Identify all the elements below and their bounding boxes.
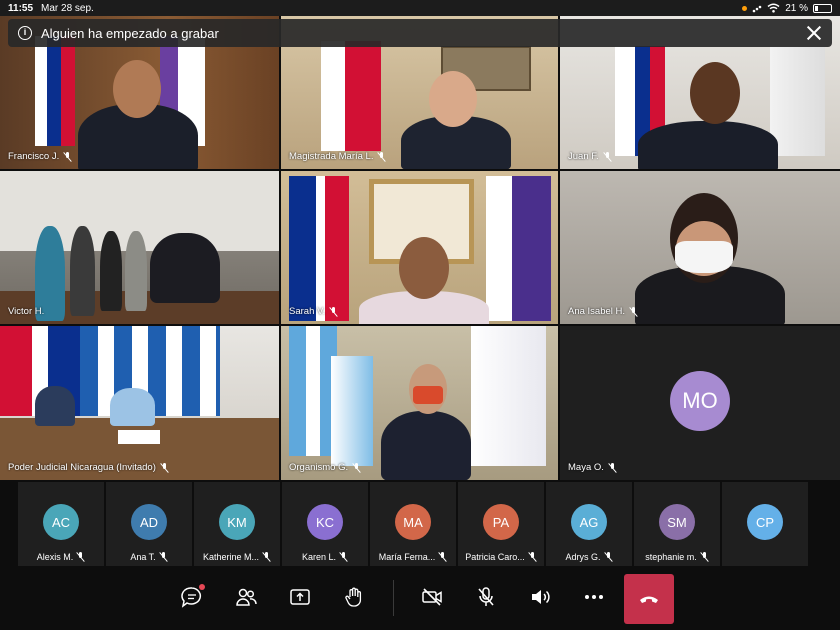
- date: Mar 28 sep.: [41, 2, 94, 14]
- participant-name: Ana T.: [130, 552, 156, 562]
- hang-up-icon: [640, 596, 658, 603]
- close-icon[interactable]: [806, 25, 822, 41]
- participant-card[interactable]: SM stephanie m.: [634, 482, 720, 566]
- raise-hand-button[interactable]: [339, 582, 369, 612]
- mic-off-icon: [377, 151, 386, 162]
- video-tile[interactable]: Sarah V.: [281, 171, 558, 324]
- video-tile[interactable]: Poder Judicial Nicaragua (Invitado): [0, 326, 279, 480]
- notification-dot: [199, 584, 205, 590]
- participant-name: Patricia Caro...: [465, 552, 525, 562]
- mic-off-icon: [604, 552, 613, 562]
- info-icon: i: [18, 26, 32, 40]
- participant-card[interactable]: MA María Ferna...: [370, 482, 456, 566]
- mic-off-icon: [438, 552, 447, 562]
- mic-off-icon: [608, 462, 617, 473]
- participant-card[interactable]: KM Katherine M...: [194, 482, 280, 566]
- avatar: PA: [483, 504, 519, 540]
- participant-name: Maya O.: [568, 462, 604, 473]
- more-options-button[interactable]: [579, 582, 609, 612]
- speaker-button[interactable]: [525, 582, 555, 612]
- participant-name: Poder Judicial Nicaragua (Invitado): [8, 462, 156, 473]
- mic-off-icon: [63, 151, 72, 162]
- participant-name: Karen L.: [301, 552, 337, 562]
- wifi-icon: [767, 3, 780, 13]
- avatar: MA: [395, 504, 431, 540]
- mic-off-icon: [478, 587, 494, 606]
- avatar: CP: [747, 504, 783, 540]
- more-icon: [585, 595, 603, 599]
- recording-indicator-icon: [742, 5, 748, 11]
- participant-card[interactable]: KC Karen L.: [282, 482, 368, 566]
- participant-card[interactable]: CP: [722, 482, 808, 566]
- share-screen-icon: [290, 589, 310, 605]
- mic-toggle-button[interactable]: [471, 582, 501, 612]
- speaker-icon: [532, 590, 550, 604]
- participant-card[interactable]: AD Ana T.: [106, 482, 192, 566]
- participant-name: Francisco J.: [8, 151, 60, 162]
- recording-banner: i Alguien ha empezado a grabar: [8, 19, 832, 47]
- video-tile[interactable]: Organismo G.: [281, 326, 558, 480]
- mic-off-icon: [629, 306, 638, 317]
- mic-off-icon: [339, 552, 348, 562]
- battery-percent: 21 %: [785, 2, 808, 14]
- camera-toggle-button[interactable]: [417, 582, 447, 612]
- mic-off-icon: [352, 462, 361, 473]
- participant-name: stephanie m.: [645, 552, 697, 562]
- video-tile[interactable]: Ana Isabel H.: [560, 171, 840, 324]
- call-toolbar: [0, 568, 840, 630]
- participants-button[interactable]: [231, 582, 261, 612]
- people-icon: [236, 588, 257, 606]
- participant-name: Sarah V.: [289, 306, 326, 317]
- clock: 11:55: [8, 2, 34, 14]
- recording-banner-text: Alguien ha empezado a grabar: [41, 25, 219, 41]
- video-tile[interactable]: Victor H.: [0, 171, 279, 324]
- participant-name: Juan F.: [568, 151, 599, 162]
- avatar: MO: [670, 371, 730, 431]
- hang-up-button[interactable]: [624, 574, 674, 624]
- participant-name: Ana Isabel H.: [568, 306, 626, 317]
- mic-off-icon: [700, 552, 709, 562]
- avatar: KM: [219, 504, 255, 540]
- signal-icon: [752, 5, 762, 12]
- mic-off-icon: [329, 306, 338, 317]
- status-bar: 11:55 Mar 28 sep. 21 %: [0, 0, 840, 16]
- mic-off-icon: [159, 552, 168, 562]
- avatar: AD: [131, 504, 167, 540]
- participant-card[interactable]: PA Patricia Caro...: [458, 482, 544, 566]
- participant-strip: AC Alexis M. AD Ana T. KM Katherine M... KC Kar…: [0, 482, 840, 566]
- mic-off-icon: [160, 462, 169, 473]
- avatar: SM: [659, 504, 695, 540]
- raise-hand-icon: [345, 587, 362, 607]
- toolbar-divider: [393, 580, 394, 616]
- participant-name: Organismo G.: [289, 462, 349, 473]
- mic-off-icon: [76, 552, 85, 562]
- participant-name: Magistrada María L.: [289, 151, 374, 162]
- participant-name: Victor H.: [8, 306, 45, 317]
- avatar: KC: [307, 504, 343, 540]
- participant-name: Katherine M...: [202, 552, 260, 562]
- participant-name: María Ferna...: [378, 552, 436, 562]
- battery-icon: [813, 3, 832, 13]
- camera-off-icon: [422, 588, 442, 606]
- share-screen-button[interactable]: [285, 582, 315, 612]
- participant-name: Adrys G.: [565, 552, 601, 562]
- avatar: AG: [571, 504, 607, 540]
- mic-off-icon: [262, 552, 271, 562]
- mic-off-icon: [603, 151, 612, 162]
- participant-card[interactable]: AC Alexis M.: [18, 482, 104, 566]
- mic-off-icon: [528, 552, 537, 562]
- chat-button[interactable]: [177, 582, 207, 612]
- avatar: AC: [43, 504, 79, 540]
- participant-card[interactable]: AG Adrys G.: [546, 482, 632, 566]
- participant-name: Alexis M.: [36, 552, 74, 562]
